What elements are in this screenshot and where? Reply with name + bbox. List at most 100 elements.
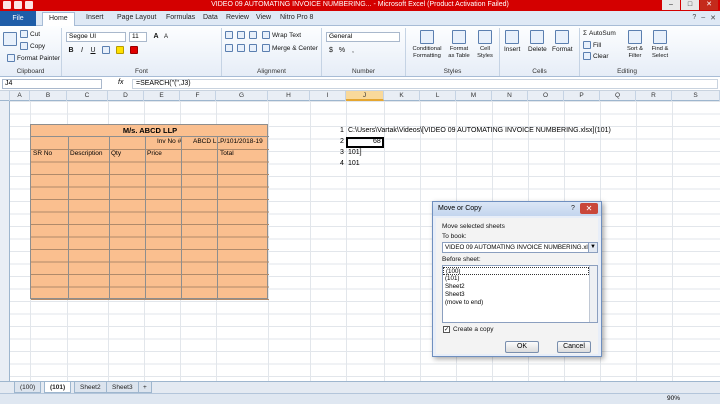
- shrink-font-button[interactable]: A: [161, 33, 171, 42]
- tab-nitro[interactable]: Nitro Pro 8: [280, 14, 313, 21]
- col-header[interactable]: A: [10, 91, 30, 101]
- orientation-button[interactable]: [249, 31, 257, 39]
- dropdown-arrow-icon[interactable]: ▼: [588, 243, 597, 252]
- format-as-table-button[interactable]: Format as Table: [446, 30, 472, 59]
- borders-button[interactable]: [102, 46, 110, 54]
- cancel-button[interactable]: Cancel: [557, 341, 591, 353]
- list-item[interactable]: (move to end): [443, 299, 589, 307]
- invoice-template[interactable]: M/s. ABCD LLP Inv No # ABCD LLP/101/2018…: [30, 124, 269, 300]
- dialog-help-button[interactable]: ?: [567, 204, 579, 214]
- align-center-button[interactable]: [237, 44, 245, 52]
- find-select-button[interactable]: Find & Select: [648, 30, 672, 59]
- font-size-combo[interactable]: 11: [129, 32, 147, 42]
- list-item[interactable]: (101): [443, 275, 589, 283]
- autosum-button[interactable]: Σ AutoSum: [583, 30, 616, 37]
- col-header[interactable]: K: [384, 91, 420, 101]
- comma-button[interactable]: ,: [348, 46, 358, 55]
- insert-cells-button[interactable]: Insert: [504, 30, 520, 53]
- col-header[interactable]: B: [30, 91, 67, 101]
- col-header[interactable]: S: [672, 91, 720, 101]
- select-all-corner[interactable]: [0, 91, 10, 101]
- list-item[interactable]: Sheet2: [443, 283, 589, 291]
- cell-j1[interactable]: C:\Users\Vartak\Videos\[VIDEO 09 AUTOMAT…: [348, 127, 611, 134]
- cell-i1[interactable]: 1: [340, 127, 344, 134]
- row-headers[interactable]: [0, 101, 10, 381]
- col-header[interactable]: P: [564, 91, 600, 101]
- tab-data[interactable]: Data: [203, 14, 218, 21]
- sheet-tab[interactable]: Sheet2: [74, 382, 107, 393]
- close-button[interactable]: ✕: [700, 0, 718, 10]
- sheet-tab-active[interactable]: (101): [44, 382, 72, 393]
- align-right-button[interactable]: [249, 44, 257, 52]
- cell-j4[interactable]: 101: [348, 160, 360, 167]
- col-header[interactable]: I: [310, 91, 346, 101]
- tab-formulas[interactable]: Formulas: [166, 14, 195, 21]
- grow-font-button[interactable]: A: [151, 32, 161, 41]
- col-header[interactable]: F: [180, 91, 216, 101]
- cell-i2[interactable]: 2: [340, 138, 344, 145]
- cut-button[interactable]: Cut: [20, 30, 40, 38]
- list-item[interactable]: Sheet3: [443, 291, 589, 299]
- merge-center-button[interactable]: Merge & Center: [262, 44, 318, 52]
- number-format-combo[interactable]: General: [326, 32, 400, 42]
- font-name-combo[interactable]: Segoe UI: [66, 32, 126, 42]
- bold-button[interactable]: B: [66, 46, 76, 55]
- tab-review[interactable]: Review: [226, 14, 249, 21]
- fill-button[interactable]: Fill: [583, 41, 601, 49]
- minimize-button[interactable]: –: [662, 0, 680, 10]
- format-painter-button[interactable]: Format Painter: [7, 54, 60, 62]
- cell-i4[interactable]: 4: [340, 160, 344, 167]
- col-header[interactable]: G: [216, 91, 268, 101]
- list-item-selected[interactable]: (100): [443, 267, 589, 275]
- fx-icon[interactable]: fx: [118, 79, 123, 86]
- delete-cells-button[interactable]: Delete: [528, 30, 547, 53]
- tab-insert[interactable]: Insert: [86, 14, 104, 21]
- sort-filter-button[interactable]: Sort & Filter: [624, 30, 646, 59]
- col-header[interactable]: N: [492, 91, 528, 101]
- help-icon[interactable]: ?: [692, 14, 696, 22]
- ribbon-close-icon[interactable]: ✕: [710, 14, 716, 22]
- format-cells-button[interactable]: Format: [552, 30, 573, 53]
- underline-button[interactable]: U: [88, 46, 98, 55]
- to-book-select[interactable]: VIDEO 09 AUTOMATING INVOICE NUMBERING.xl…: [442, 242, 598, 253]
- fill-color-button[interactable]: [116, 46, 124, 54]
- col-header[interactable]: Q: [600, 91, 636, 101]
- col-header[interactable]: R: [636, 91, 672, 101]
- col-header[interactable]: C: [67, 91, 108, 101]
- col-header[interactable]: L: [420, 91, 456, 101]
- zoom-level[interactable]: 90%: [667, 395, 680, 402]
- file-tab[interactable]: File: [0, 11, 36, 26]
- col-header[interactable]: O: [528, 91, 564, 101]
- align-left-button[interactable]: [225, 44, 233, 52]
- create-copy-checkbox[interactable]: ✓: [443, 326, 450, 333]
- tab-page-layout[interactable]: Page Layout: [117, 14, 156, 21]
- font-color-button[interactable]: [130, 46, 138, 54]
- formula-input[interactable]: =SEARCH("(",J3): [132, 79, 718, 89]
- paste-button[interactable]: [3, 32, 17, 46]
- cell-i3[interactable]: 3: [340, 149, 344, 156]
- before-sheet-list[interactable]: (100) (101) Sheet2 Sheet3 (move to end): [442, 265, 598, 323]
- tab-home[interactable]: Home: [42, 12, 75, 26]
- name-box[interactable]: J4: [2, 79, 102, 89]
- clear-button[interactable]: Clear: [583, 52, 609, 60]
- copy-button[interactable]: Copy: [20, 42, 45, 50]
- align-top-button[interactable]: [225, 31, 233, 39]
- list-scrollbar[interactable]: [589, 266, 597, 322]
- new-sheet-icon[interactable]: +: [138, 382, 152, 393]
- wrap-text-button[interactable]: Wrap Text: [262, 31, 301, 39]
- align-middle-button[interactable]: [237, 31, 245, 39]
- col-header[interactable]: M: [456, 91, 492, 101]
- col-header[interactable]: D: [108, 91, 144, 101]
- ribbon-minimize-icon[interactable]: –: [701, 14, 705, 22]
- sheet-tab[interactable]: Sheet3: [106, 382, 139, 393]
- italic-button[interactable]: I: [77, 46, 87, 55]
- tab-view[interactable]: View: [256, 14, 271, 21]
- dialog-close-button[interactable]: ✕: [580, 203, 598, 214]
- maximize-button[interactable]: □: [681, 0, 699, 10]
- cell-styles-button[interactable]: Cell Styles: [474, 30, 496, 59]
- col-header[interactable]: E: [144, 91, 180, 101]
- ok-button[interactable]: OK: [505, 341, 539, 353]
- percent-button[interactable]: %: [337, 46, 347, 55]
- col-header-selected[interactable]: J: [346, 91, 384, 101]
- sheet-tab[interactable]: (100): [14, 382, 42, 393]
